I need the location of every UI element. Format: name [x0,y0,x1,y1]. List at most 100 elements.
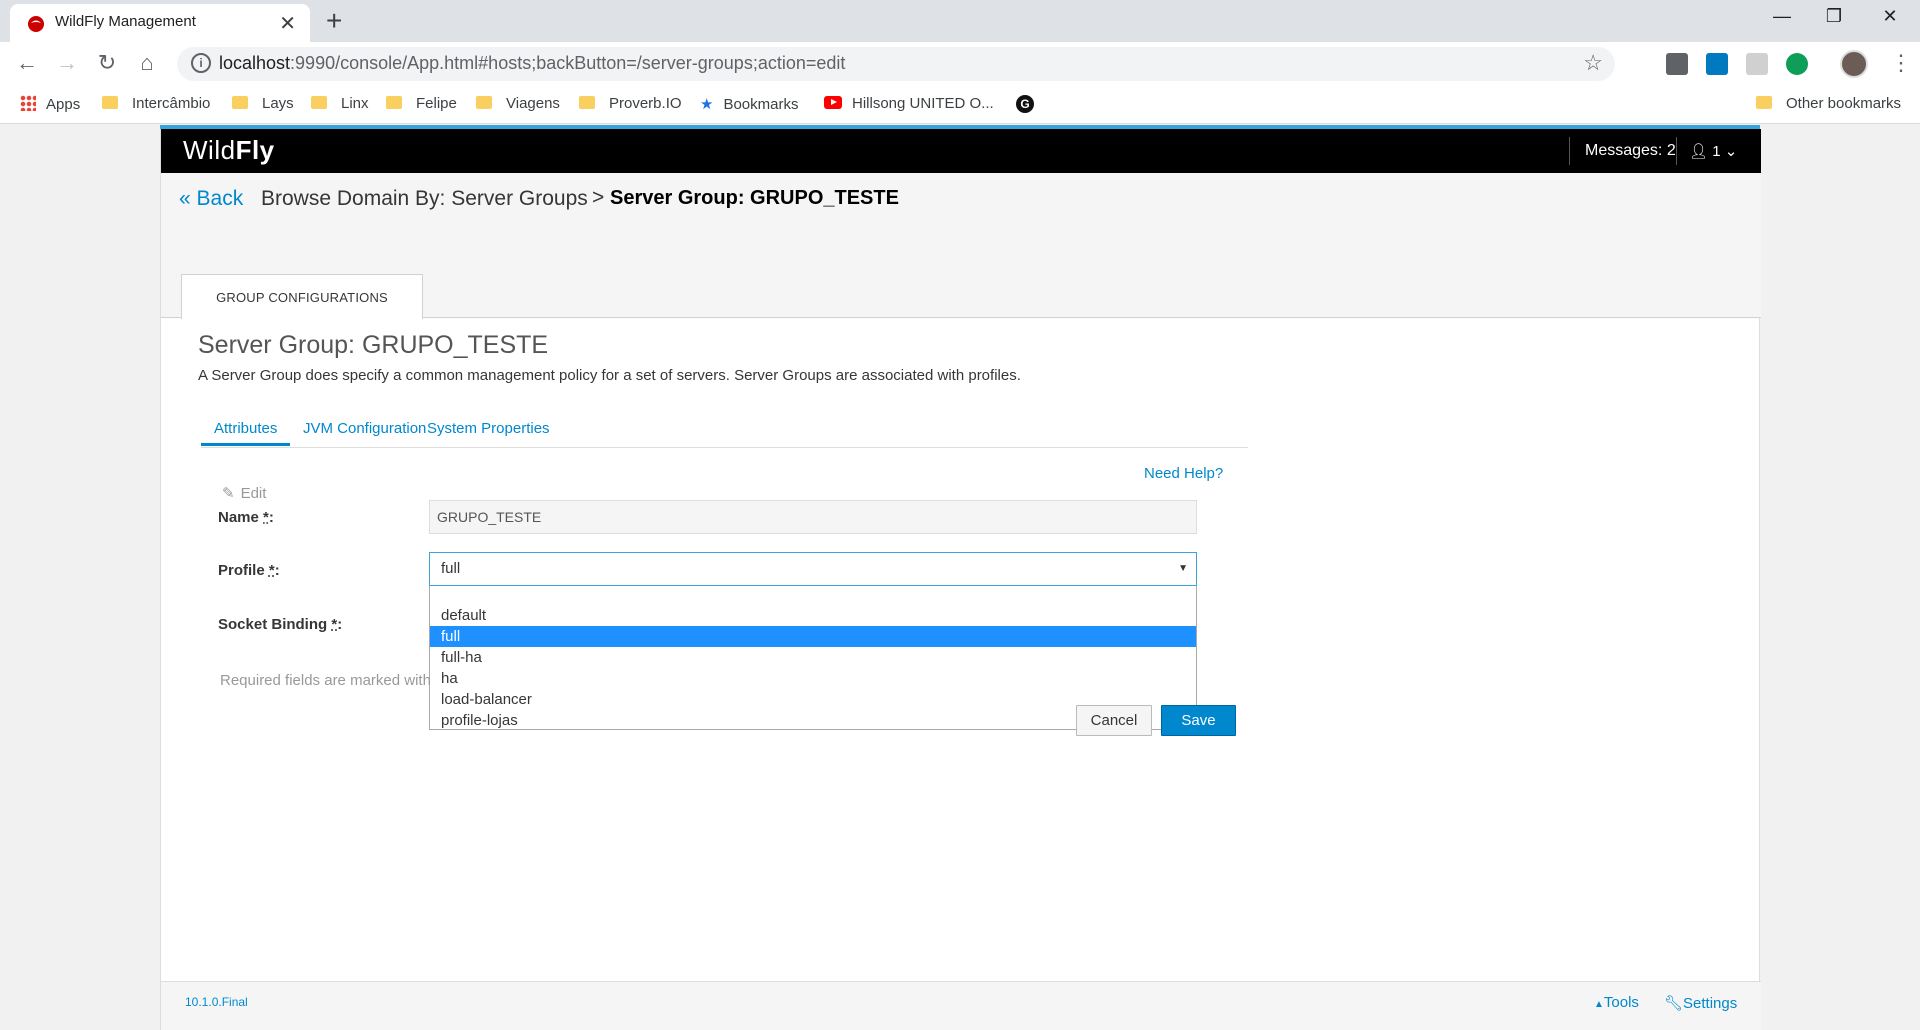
brand-bold: Fly [235,135,275,165]
bookmark-hillsong[interactable]: Hillsong UNITED O... [824,95,994,112]
bookmark-lays[interactable]: Lays [232,95,294,112]
required-marker: * [268,562,275,579]
bookmark-star-icon[interactable]: ☆ [1583,50,1603,76]
tab-jvm-configuration[interactable]: JVM Configuration [303,420,426,437]
name-label: Name *: [218,509,274,526]
tab-close-icon[interactable]: ✕ [279,11,296,36]
close-window-icon[interactable]: ✕ [1870,6,1910,27]
minimize-icon[interactable]: — [1762,6,1802,27]
version-link[interactable]: 10.1.0.Final [185,995,248,1009]
browser-tab[interactable]: WildFly Management ✕ [10,4,310,42]
bookmark-linx[interactable]: Linx [311,95,369,112]
bookmark-proverb[interactable]: Proverb.IO [579,95,682,112]
bookmark-label: Apps [46,96,81,113]
browser-menu-icon[interactable]: ⋮ [1890,50,1912,76]
edit-label: Edit [240,485,267,502]
settings-label: Settings [1683,995,1738,1012]
url-path: :9990/console/App.html#hosts;backButton=… [290,53,846,73]
profile-avatar[interactable] [1840,50,1868,78]
extension-trello-icon[interactable] [1706,53,1728,75]
bookmark-label: Hillsong UNITED O... [852,95,994,112]
youtube-icon [824,96,842,109]
g-icon: G [1016,95,1034,113]
messages-link[interactable]: Messages: 2 [1585,142,1676,160]
bookmark-felipe[interactable]: Felipe [386,95,457,112]
restore-icon[interactable]: ❐ [1814,6,1854,27]
star-icon: ★ [700,96,714,113]
bookmark-viagens[interactable]: Viagens [476,95,560,112]
double-chevron-left-icon: « [179,187,191,210]
wildfly-logo[interactable]: WildFly [183,135,275,166]
folder-icon [386,96,402,109]
breadcrumb-current: Server Group: GRUPO_TESTE [610,187,899,209]
masthead-divider [1676,137,1677,165]
user-menu[interactable]: 👤︎ 1 ⌄ [1689,142,1737,160]
folder-icon [102,96,118,109]
masthead: WildFly Messages: 2 👤︎ 1 ⌄ [161,129,1761,173]
socket-binding-label: Socket Binding *: [218,616,343,633]
bookmark-apps[interactable]: Apps [20,95,80,113]
bookmark-other[interactable]: Other bookmarks [1756,95,1901,112]
profile-select[interactable]: full ▼ [429,552,1197,586]
site-info-icon[interactable]: i [191,53,211,73]
profile-option[interactable]: full-ha [430,647,1196,668]
bookmark-g[interactable]: G [1016,95,1034,113]
bookmark-label: Bookmarks [723,96,799,113]
label-text: Socket Binding [218,616,328,633]
bookmark-label: Felipe [416,95,457,112]
header-bar: « Back Browse Domain By: Server Groups >… [161,173,1761,319]
tools-label: Tools [1603,994,1639,1011]
browser-tab-bar: WildFly Management ✕ + — ❐ ✕ [0,0,1920,42]
tab-system-properties[interactable]: System Properties [427,420,550,437]
page-description: A Server Group does specify a common man… [198,367,1021,384]
profile-selected-value: full [441,560,461,577]
required-fields-note: Required fields are marked with [220,672,430,689]
extension-m-icon[interactable] [1746,53,1768,75]
tab-label: GROUP CONFIGURATIONS [216,290,388,305]
profile-option[interactable]: ha [430,668,1196,689]
folder-icon [1756,96,1772,109]
masthead-accent-line [160,125,1760,129]
tab-group-configurations[interactable]: GROUP CONFIGURATIONS [181,274,423,319]
bookmark-bookmarks[interactable]: ★ Bookmarks [700,95,798,113]
edit-link[interactable]: ✎ Edit [222,484,266,502]
wildfly-console: WildFly Messages: 2 👤︎ 1 ⌄ « Back Browse… [160,129,1761,1030]
label-text: Profile [218,562,265,579]
wildfly-favicon-icon [28,16,44,32]
profile-option-selected[interactable]: full [430,626,1196,647]
profile-label: Profile *: [218,562,280,579]
tools-link[interactable]: ▲Tools [1594,994,1639,1011]
bookmark-label: Lays [262,95,294,112]
tab-attributes[interactable]: Attributes [201,420,291,446]
extension-lightbulb-icon[interactable] [1666,53,1688,75]
subtabs: Attributes JVM Configuration System Prop… [201,414,1248,448]
reload-icon[interactable]: ↻ [92,50,122,76]
footer: 10.1.0.Final ▲Tools 🔧︎Settings [161,981,1761,1030]
user-icon: 👤︎ [1689,143,1709,160]
extension-green-icon[interactable] [1786,53,1808,75]
save-button[interactable]: Save [1161,705,1236,736]
address-bar[interactable]: i localhost:9990/console/App.html#hosts;… [177,47,1615,81]
breadcrumb-browse[interactable]: Browse Domain By: Server Groups [261,187,588,211]
folder-icon [579,96,595,109]
need-help-link[interactable]: Need Help? [1144,465,1223,482]
back-link[interactable]: « Back [179,187,243,211]
back-label: Back [196,187,244,210]
bookmarks-bar: Apps Intercâmbio Lays Linx Felipe Viagen… [0,86,1920,124]
breadcrumb-separator: > [592,186,605,209]
settings-link[interactable]: 🔧︎Settings [1664,994,1737,1012]
new-tab-icon[interactable]: + [326,5,342,37]
page-title: Server Group: GRUPO_TESTE [198,331,549,359]
page-viewport: WildFly Messages: 2 👤︎ 1 ⌄ « Back Browse… [0,125,1920,1030]
bookmark-intercambio[interactable]: Intercâmbio [102,95,210,112]
forward-arrow-icon[interactable]: → [52,50,82,76]
cancel-button[interactable]: Cancel [1076,705,1152,736]
edit-icon: ✎ [222,485,235,502]
required-marker: * [263,509,269,526]
wrench-icon: 🔧︎ [1664,995,1684,1012]
bookmark-label: Viagens [506,95,560,112]
back-arrow-icon[interactable]: ← [12,50,42,76]
profile-option[interactable]: default [430,605,1196,626]
home-icon[interactable]: ⌂ [132,50,162,76]
chevron-down-icon: ⌄ [1724,143,1738,160]
